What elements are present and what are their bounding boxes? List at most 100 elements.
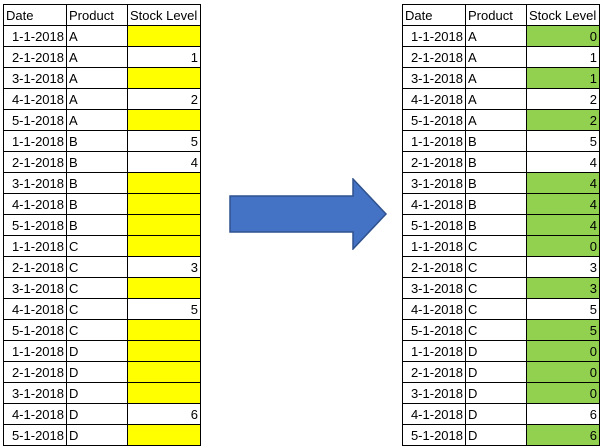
stock-level-cell[interactable] bbox=[127, 193, 201, 215]
product-cell[interactable]: A bbox=[465, 25, 527, 47]
date-cell[interactable]: 5-1-2018 bbox=[3, 214, 67, 236]
stock-level-cell[interactable]: 5 bbox=[526, 130, 600, 152]
header-stock-level[interactable]: Stock Level bbox=[127, 4, 201, 26]
header-date[interactable]: Date bbox=[402, 4, 466, 26]
product-cell[interactable]: B bbox=[66, 172, 128, 194]
product-cell[interactable]: C bbox=[465, 256, 527, 278]
stock-level-cell[interactable]: 0 bbox=[526, 361, 600, 383]
date-cell[interactable]: 4-1-2018 bbox=[402, 298, 466, 320]
product-cell[interactable]: B bbox=[66, 151, 128, 173]
product-cell[interactable]: A bbox=[66, 109, 128, 131]
date-cell[interactable]: 1-1-2018 bbox=[402, 130, 466, 152]
date-cell[interactable]: 1-1-2018 bbox=[3, 235, 67, 257]
date-cell[interactable]: 1-1-2018 bbox=[3, 340, 67, 362]
product-cell[interactable]: D bbox=[66, 382, 128, 404]
date-cell[interactable]: 4-1-2018 bbox=[402, 88, 466, 110]
date-cell[interactable]: 4-1-2018 bbox=[402, 193, 466, 215]
date-cell[interactable]: 3-1-2018 bbox=[402, 67, 466, 89]
stock-level-cell[interactable]: 2 bbox=[526, 88, 600, 110]
product-cell[interactable]: D bbox=[465, 340, 527, 362]
product-cell[interactable]: D bbox=[465, 361, 527, 383]
date-cell[interactable]: 5-1-2018 bbox=[402, 109, 466, 131]
header-date[interactable]: Date bbox=[3, 4, 67, 26]
product-cell[interactable]: D bbox=[465, 403, 527, 425]
stock-level-cell[interactable]: 6 bbox=[526, 403, 600, 425]
stock-level-cell[interactable]: 5 bbox=[127, 130, 201, 152]
date-cell[interactable]: 1-1-2018 bbox=[402, 340, 466, 362]
date-cell[interactable]: 1-1-2018 bbox=[3, 25, 67, 47]
date-cell[interactable]: 4-1-2018 bbox=[3, 88, 67, 110]
date-cell[interactable]: 1-1-2018 bbox=[402, 25, 466, 47]
stock-level-cell[interactable]: 0 bbox=[526, 382, 600, 404]
stock-level-cell[interactable]: 5 bbox=[127, 298, 201, 320]
header-product[interactable]: Product bbox=[465, 4, 527, 26]
date-cell[interactable]: 2-1-2018 bbox=[3, 151, 67, 173]
product-cell[interactable]: C bbox=[66, 319, 128, 341]
product-cell[interactable]: C bbox=[66, 298, 128, 320]
date-cell[interactable]: 4-1-2018 bbox=[402, 403, 466, 425]
date-cell[interactable]: 2-1-2018 bbox=[402, 361, 466, 383]
stock-level-cell[interactable] bbox=[127, 277, 201, 299]
stock-level-cell[interactable]: 5 bbox=[526, 298, 600, 320]
stock-level-cell[interactable] bbox=[127, 382, 201, 404]
stock-level-cell[interactable]: 4 bbox=[127, 151, 201, 173]
product-cell[interactable]: B bbox=[465, 172, 527, 194]
product-cell[interactable]: A bbox=[66, 46, 128, 68]
product-cell[interactable]: D bbox=[66, 340, 128, 362]
product-cell[interactable]: B bbox=[66, 214, 128, 236]
stock-level-cell[interactable]: 1 bbox=[526, 46, 600, 68]
stock-level-cell[interactable] bbox=[127, 109, 201, 131]
date-cell[interactable]: 2-1-2018 bbox=[402, 151, 466, 173]
date-cell[interactable]: 4-1-2018 bbox=[3, 403, 67, 425]
product-cell[interactable]: B bbox=[465, 193, 527, 215]
header-product[interactable]: Product bbox=[66, 4, 128, 26]
date-cell[interactable]: 4-1-2018 bbox=[3, 298, 67, 320]
product-cell[interactable]: A bbox=[465, 109, 527, 131]
product-cell[interactable]: A bbox=[465, 46, 527, 68]
product-cell[interactable]: B bbox=[66, 130, 128, 152]
date-cell[interactable]: 5-1-2018 bbox=[3, 109, 67, 131]
product-cell[interactable]: D bbox=[66, 403, 128, 425]
date-cell[interactable]: 2-1-2018 bbox=[402, 256, 466, 278]
product-cell[interactable]: C bbox=[66, 256, 128, 278]
stock-level-cell[interactable]: 3 bbox=[127, 256, 201, 278]
stock-level-cell[interactable]: 4 bbox=[526, 193, 600, 215]
date-cell[interactable]: 2-1-2018 bbox=[402, 46, 466, 68]
product-cell[interactable]: D bbox=[66, 361, 128, 383]
product-cell[interactable]: B bbox=[66, 193, 128, 215]
product-cell[interactable]: C bbox=[465, 277, 527, 299]
product-cell[interactable]: A bbox=[465, 67, 527, 89]
header-stock-level[interactable]: Stock Level bbox=[526, 4, 600, 26]
stock-level-cell[interactable]: 6 bbox=[127, 403, 201, 425]
product-cell[interactable]: C bbox=[465, 235, 527, 257]
product-cell[interactable]: C bbox=[465, 319, 527, 341]
date-cell[interactable]: 1-1-2018 bbox=[402, 235, 466, 257]
date-cell[interactable]: 5-1-2018 bbox=[402, 214, 466, 236]
date-cell[interactable]: 3-1-2018 bbox=[3, 172, 67, 194]
stock-level-cell[interactable]: 5 bbox=[526, 319, 600, 341]
product-cell[interactable]: A bbox=[66, 25, 128, 47]
stock-level-cell[interactable]: 1 bbox=[526, 67, 600, 89]
date-cell[interactable]: 5-1-2018 bbox=[402, 319, 466, 341]
date-cell[interactable]: 1-1-2018 bbox=[3, 130, 67, 152]
date-cell[interactable]: 3-1-2018 bbox=[402, 382, 466, 404]
stock-level-cell[interactable] bbox=[127, 340, 201, 362]
date-cell[interactable]: 3-1-2018 bbox=[3, 67, 67, 89]
stock-level-cell[interactable]: 2 bbox=[127, 88, 201, 110]
stock-level-cell[interactable] bbox=[127, 172, 201, 194]
stock-level-cell[interactable]: 0 bbox=[526, 25, 600, 47]
stock-level-cell[interactable] bbox=[127, 67, 201, 89]
stock-level-cell[interactable]: 0 bbox=[526, 235, 600, 257]
stock-level-cell[interactable] bbox=[127, 319, 201, 341]
product-cell[interactable]: A bbox=[465, 88, 527, 110]
date-cell[interactable]: 2-1-2018 bbox=[3, 361, 67, 383]
date-cell[interactable]: 3-1-2018 bbox=[3, 382, 67, 404]
product-cell[interactable]: C bbox=[465, 298, 527, 320]
date-cell[interactable]: 5-1-2018 bbox=[3, 319, 67, 341]
stock-level-cell[interactable]: 4 bbox=[526, 214, 600, 236]
date-cell[interactable]: 3-1-2018 bbox=[3, 277, 67, 299]
stock-level-cell[interactable] bbox=[127, 361, 201, 383]
stock-level-cell[interactable]: 3 bbox=[526, 277, 600, 299]
stock-level-cell[interactable]: 4 bbox=[526, 172, 600, 194]
date-cell[interactable]: 2-1-2018 bbox=[3, 46, 67, 68]
